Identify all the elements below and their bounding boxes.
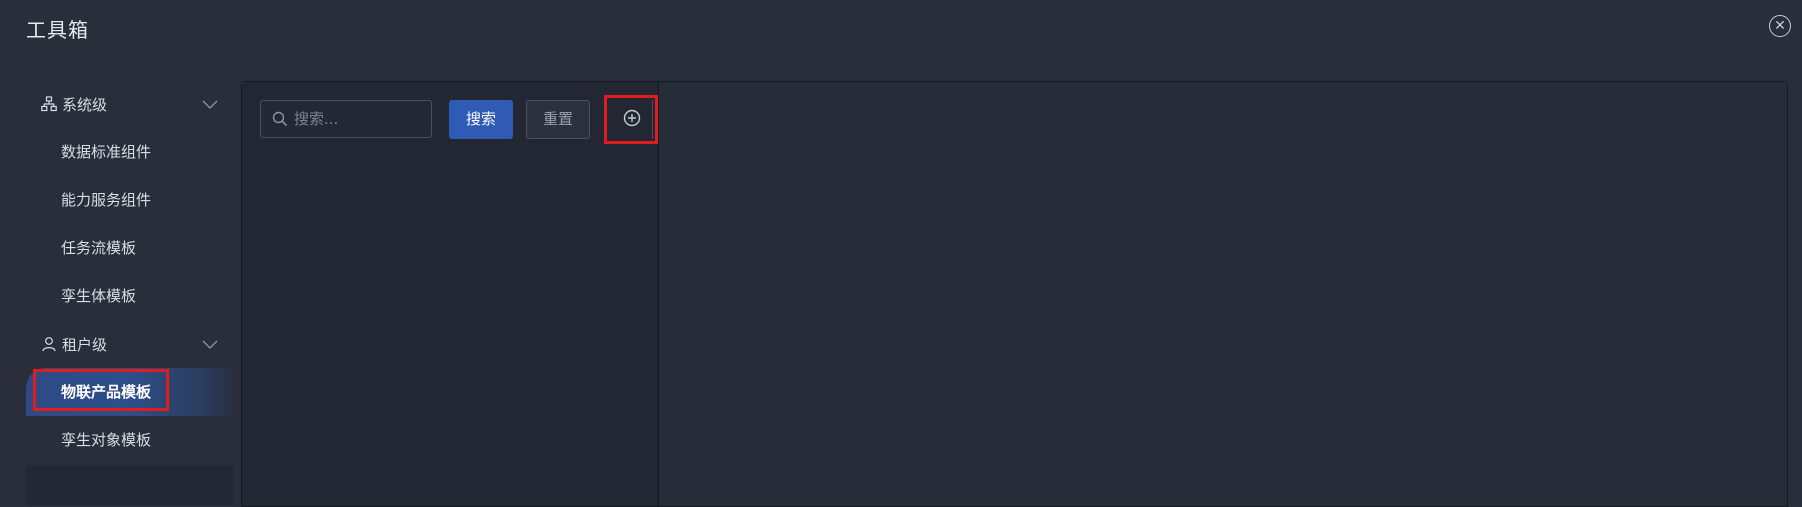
search-input[interactable]: [292, 109, 426, 129]
sidebar-group-label: 系统级: [62, 95, 108, 114]
close-icon[interactable]: ✕: [1769, 15, 1791, 37]
sidebar-item-twin-object-template[interactable]: 孪生对象模板: [26, 416, 234, 464]
sidebar-item-label: 物联产品模板: [61, 383, 152, 401]
search-button[interactable]: 搜索: [449, 100, 513, 139]
chevron-down-icon: [202, 96, 218, 114]
main-panel: 搜索 重置: [241, 81, 1788, 507]
sidebar-item-twin-template[interactable]: 孪生体模板: [26, 272, 234, 320]
sidebar-item-iot-product-template[interactable]: 物联产品模板: [26, 368, 234, 416]
sidebar-item-label: 数据标准组件: [61, 143, 152, 161]
search-field[interactable]: [260, 100, 432, 138]
dialog-title: 工具箱: [26, 18, 89, 42]
add-button[interactable]: [612, 100, 653, 139]
list-pane: 搜索 重置: [242, 82, 659, 506]
detail-pane: [659, 82, 1787, 506]
sidebar-item-label: 能力服务组件: [61, 191, 152, 209]
chevron-down-icon: [202, 336, 218, 354]
toolbox-dialog: 工具箱 ✕ 系统级 数据标准组件 能力服务组件 任务流模板 孪生体模板 租户级 …: [0, 0, 1802, 507]
add-highlight-box: [604, 95, 658, 144]
sidebar-item-task-flow[interactable]: 任务流模板: [26, 224, 234, 272]
reset-button[interactable]: 重置: [526, 100, 590, 139]
user-icon: [40, 336, 58, 352]
sidebar: 系统级 数据标准组件 能力服务组件 任务流模板 孪生体模板 租户级 物联产品模板…: [26, 80, 234, 505]
sidebar-item-label: 孪生对象模板: [61, 431, 152, 449]
sidebar-footer: [26, 465, 234, 505]
sidebar-item-label: 孪生体模板: [61, 287, 137, 305]
add-circle-icon: [623, 109, 641, 131]
hierarchy-icon: [40, 96, 58, 112]
search-icon: [272, 111, 288, 127]
sidebar-group-system[interactable]: 系统级: [26, 80, 234, 128]
sidebar-item-capability-service[interactable]: 能力服务组件: [26, 176, 234, 224]
sidebar-item-data-standard[interactable]: 数据标准组件: [26, 128, 234, 176]
sidebar-group-label: 租户级: [62, 335, 108, 354]
sidebar-group-tenant[interactable]: 租户级: [26, 320, 234, 368]
sidebar-item-label: 任务流模板: [61, 239, 137, 257]
